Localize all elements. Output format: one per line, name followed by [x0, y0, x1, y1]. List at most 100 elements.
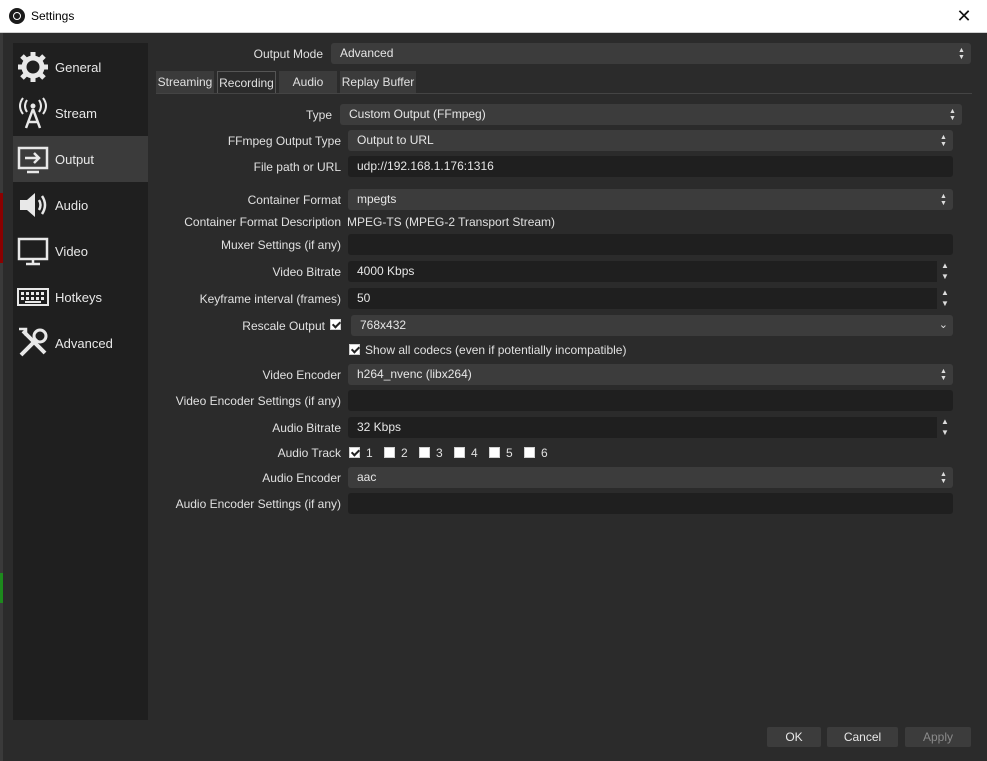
sidebar-item-video[interactable]: Video — [13, 228, 148, 274]
audio-track-2-label: 2 — [401, 446, 408, 460]
container-format-desc-value: MPEG-TS (MPEG-2 Transport Stream) — [347, 215, 556, 229]
container-format-value: mpegts — [357, 192, 397, 206]
show-all-codecs-checkbox[interactable] — [349, 344, 360, 355]
audio-bitrate-value: 32 Kbps — [357, 420, 402, 434]
sidebar-item-stream[interactable]: Stream — [13, 90, 148, 136]
cancel-button[interactable]: Cancel — [827, 727, 898, 747]
audio-encoder-settings-label: Audio Encoder Settings (if any) — [175, 497, 341, 511]
updown-icon: ▲ ▼ — [940, 192, 947, 207]
audio-track-6-checkbox[interactable] — [524, 447, 535, 458]
show-all-codecs-label[interactable]: Show all codecs (even if potentially inc… — [365, 343, 626, 357]
muxer-settings-label: Muxer Settings (if any) — [220, 238, 341, 252]
sidebar-item-label: General — [55, 59, 102, 75]
output-mode-label: Output Mode — [253, 47, 323, 61]
audio-track-6-label: 6 — [541, 446, 548, 460]
type-value: Custom Output (FFmpeg) — [349, 107, 486, 121]
audio-track-3-checkbox[interactable] — [419, 447, 430, 458]
updown-icon: ▲ ▼ — [940, 133, 947, 148]
keyframe-interval-input[interactable]: 50 ▲ ▼ — [348, 288, 953, 309]
tools-icon — [16, 326, 50, 360]
rescale-output-select[interactable]: 768x432 ⌄ — [351, 315, 953, 336]
edge-red-strip — [0, 193, 3, 263]
audio-track-3-label: 3 — [436, 446, 443, 460]
updown-icon: ▲ ▼ — [949, 107, 956, 122]
audio-encoder-value: aac — [357, 470, 377, 484]
audio-encoder-settings-input[interactable] — [348, 493, 953, 514]
apply-button[interactable]: Apply — [905, 727, 971, 747]
audio-track-label: Audio Track — [277, 446, 341, 460]
tab-audio[interactable]: Audio — [279, 71, 337, 93]
output-icon — [16, 142, 50, 176]
ffmpeg-output-type-value: Output to URL — [357, 133, 434, 147]
tab-replay-buffer[interactable]: Replay Buffer — [340, 71, 416, 93]
audio-bitrate-label: Audio Bitrate — [272, 421, 341, 435]
rescale-output-value: 768x432 — [360, 318, 407, 332]
sidebar-item-advanced[interactable]: Advanced — [13, 320, 148, 366]
speaker-icon — [16, 188, 50, 222]
spinbox-arrows-icon[interactable]: ▲ ▼ — [937, 288, 953, 309]
edge-green-strip — [0, 573, 3, 603]
settings-sidebar: General Stream Output Audio Video Hotkey… — [13, 43, 148, 720]
sidebar-item-audio[interactable]: Audio — [13, 182, 148, 228]
container-format-label: Container Format — [247, 193, 341, 207]
ffmpeg-output-type-label: FFmpeg Output Type — [227, 134, 341, 148]
updown-icon: ▲ ▼ — [940, 367, 947, 382]
audio-encoder-select[interactable]: aac ▲ ▼ — [348, 467, 953, 488]
video-bitrate-value: 4000 Kbps — [357, 264, 415, 278]
output-mode-value: Advanced — [340, 46, 394, 60]
sidebar-item-label: Advanced — [55, 335, 113, 351]
type-label: Type — [305, 108, 332, 122]
chevron-down-icon: ⌄ — [938, 319, 948, 331]
audio-track-4-checkbox[interactable] — [454, 447, 465, 458]
obs-logo-icon — [9, 8, 25, 24]
file-path-input[interactable]: udp://192.168.1.176:1316 — [348, 156, 953, 177]
video-bitrate-label: Video Bitrate — [272, 265, 342, 279]
video-encoder-label: Video Encoder — [262, 368, 341, 382]
video-encoder-settings-label: Video Encoder Settings (if any) — [175, 394, 341, 408]
audio-bitrate-input[interactable]: 32 Kbps ▲ ▼ — [348, 417, 953, 438]
gear-icon — [16, 50, 50, 84]
spinbox-arrows-icon[interactable]: ▲ ▼ — [937, 417, 953, 438]
sidebar-item-label: Audio — [55, 197, 89, 213]
tab-streaming[interactable]: Streaming — [156, 71, 214, 93]
sidebar-item-label: Hotkeys — [55, 289, 102, 305]
updown-icon: ▲ ▼ — [940, 470, 947, 485]
tab-divider — [156, 93, 972, 94]
updown-icon: ▲ ▼ — [958, 46, 965, 61]
container-format-select[interactable]: mpegts ▲ ▼ — [348, 189, 953, 210]
video-encoder-value: h264_nvenc (libx264) — [357, 367, 472, 381]
ok-button[interactable]: OK — [767, 727, 821, 747]
rescale-output-label: Rescale Output — [242, 319, 325, 333]
audio-track-1-checkbox[interactable] — [349, 447, 360, 458]
video-encoder-select[interactable]: h264_nvenc (libx264) ▲ ▼ — [348, 364, 953, 385]
window-title: Settings — [31, 9, 75, 23]
muxer-settings-input[interactable] — [348, 234, 953, 255]
monitor-icon — [16, 234, 50, 268]
output-mode-select[interactable]: Advanced ▲ ▼ — [331, 43, 971, 64]
ffmpeg-output-type-select[interactable]: Output to URL ▲ ▼ — [348, 130, 953, 151]
audio-track-1-label: 1 — [366, 446, 373, 460]
keyframe-interval-label: Keyframe interval (frames) — [199, 292, 341, 306]
video-encoder-settings-input[interactable] — [348, 390, 953, 411]
audio-encoder-label: Audio Encoder — [262, 471, 341, 485]
antenna-icon — [16, 96, 50, 130]
container-format-desc-label: Container Format Description — [184, 215, 341, 229]
title-bar: Settings ✕ — [0, 0, 987, 33]
audio-track-5-label: 5 — [506, 446, 513, 460]
tab-recording[interactable]: Recording — [217, 71, 276, 93]
audio-track-4-label: 4 — [471, 446, 478, 460]
sidebar-item-hotkeys[interactable]: Hotkeys — [13, 274, 148, 320]
keyboard-icon — [16, 280, 50, 314]
spinbox-arrows-icon[interactable]: ▲ ▼ — [937, 261, 953, 282]
sidebar-item-label: Stream — [55, 105, 97, 121]
rescale-output-checkbox[interactable] — [330, 319, 341, 330]
sidebar-item-general[interactable]: General — [13, 44, 148, 90]
file-path-label: File path or URL — [253, 160, 341, 174]
sidebar-item-output[interactable]: Output — [13, 136, 148, 182]
audio-track-2-checkbox[interactable] — [384, 447, 395, 458]
close-button[interactable]: ✕ — [941, 0, 987, 32]
type-select[interactable]: Custom Output (FFmpeg) ▲ ▼ — [340, 104, 962, 125]
sidebar-item-label: Output — [55, 151, 95, 167]
audio-track-5-checkbox[interactable] — [489, 447, 500, 458]
video-bitrate-input[interactable]: 4000 Kbps ▲ ▼ — [348, 261, 953, 282]
